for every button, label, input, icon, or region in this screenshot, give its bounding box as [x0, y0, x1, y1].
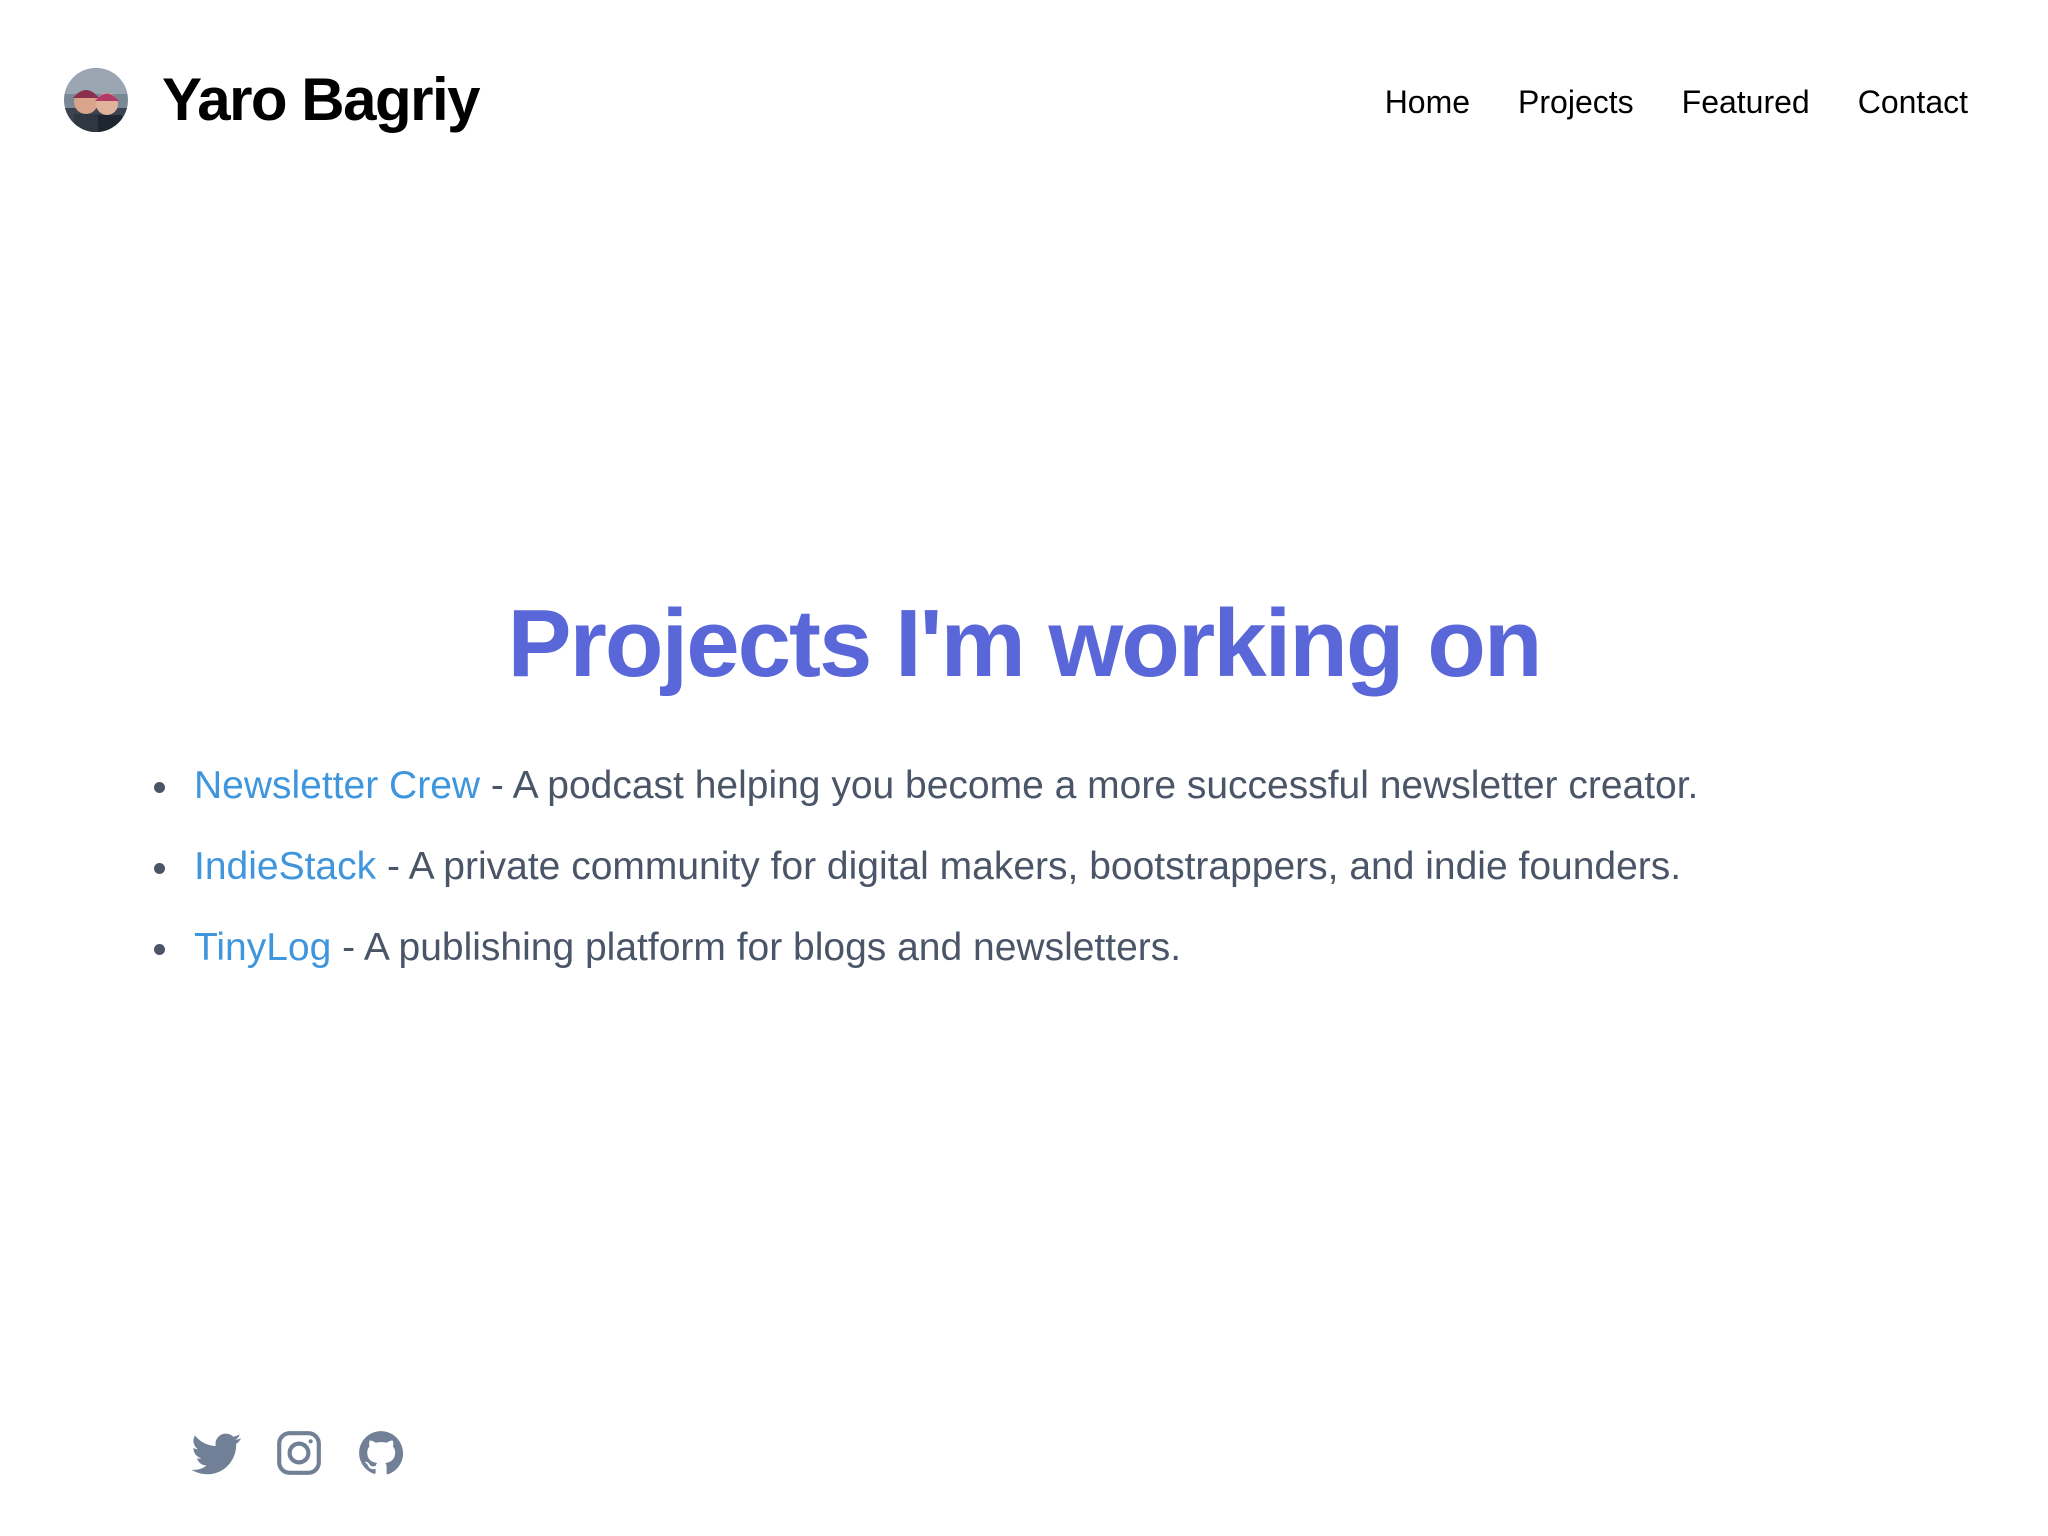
page: Yaro Bagriy Home Projects Featured Conta…	[0, 0, 2048, 1536]
bullet	[154, 782, 165, 793]
list-item: Newsletter Crew - A podcast helping you …	[150, 758, 1698, 814]
project-description: - A publishing platform for blogs and ne…	[331, 926, 1182, 969]
project-link-indiestack[interactable]: IndieStack	[194, 845, 376, 888]
github-icon[interactable]	[356, 1428, 406, 1478]
instagram-icon[interactable]	[274, 1428, 324, 1478]
bullet	[154, 863, 165, 874]
list-item: TinyLog - A publishing platform for blog…	[150, 920, 1698, 976]
social-links	[192, 1428, 406, 1478]
project-description: - A podcast helping you become a more su…	[480, 764, 1699, 807]
nav-home[interactable]: Home	[1385, 82, 1470, 122]
avatar	[64, 68, 128, 132]
project-description: - A private community for digital makers…	[376, 845, 1682, 888]
list-item: IndieStack - A private community for dig…	[150, 839, 1698, 895]
projects-list: Newsletter Crew - A podcast helping you …	[150, 758, 1698, 1001]
nav-featured[interactable]: Featured	[1682, 82, 1810, 122]
project-link-tinylog[interactable]: TinyLog	[194, 926, 331, 969]
site-title: Yaro Bagriy	[162, 66, 481, 133]
nav-contact[interactable]: Contact	[1858, 82, 1968, 122]
nav-projects[interactable]: Projects	[1518, 82, 1634, 122]
twitter-icon[interactable]	[192, 1428, 242, 1478]
project-link-newsletter-crew[interactable]: Newsletter Crew	[194, 764, 480, 807]
bullet	[154, 944, 165, 955]
brand-home-link[interactable]: Yaro Bagriy	[64, 66, 481, 133]
page-title: Projects I'm working on	[507, 590, 1542, 697]
main-nav: Home Projects Featured Contact	[1385, 82, 1968, 122]
site-header: Yaro Bagriy Home Projects Featured Conta…	[0, 0, 2048, 205]
